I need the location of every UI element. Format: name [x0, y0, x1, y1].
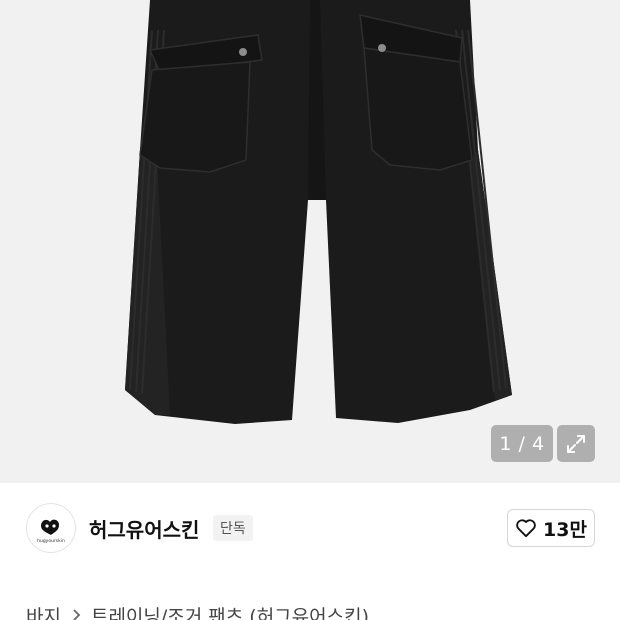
brand-logo-mark: hugyourskin — [37, 519, 65, 544]
breadcrumb-item-pants[interactable]: 바지 — [26, 602, 61, 620]
heart-outline-icon — [516, 519, 536, 538]
expand-image-button[interactable] — [557, 425, 595, 462]
chevron-right-icon — [71, 608, 81, 620]
breadcrumb: 바지 트레이닝/조거 팬츠 (허그유어스킨) — [26, 600, 369, 620]
brand-logo-wordmark: hugyourskin — [37, 538, 65, 544]
brand-row: hugyourskin 허그유어스킨 단독 13만 — [0, 483, 620, 573]
brand-logo[interactable]: hugyourskin — [26, 503, 76, 553]
exclusive-badge: 단독 — [213, 515, 253, 541]
expand-arrows-icon — [567, 434, 585, 453]
product-image-gallery[interactable]: 1 / 4 — [0, 0, 620, 483]
like-count: 13만 — [543, 518, 587, 541]
product-image-cargo-pants — [125, 0, 512, 424]
brand-name[interactable]: 허그유어스킨 — [89, 514, 199, 543]
brand-like-button[interactable]: 13만 — [507, 509, 595, 547]
pager-text: 1 / 4 — [499, 432, 545, 455]
image-pager: 1 / 4 — [491, 425, 553, 462]
breadcrumb-item-training-jogger[interactable]: 트레이닝/조거 팬츠 (허그유어스킨) — [91, 602, 369, 620]
